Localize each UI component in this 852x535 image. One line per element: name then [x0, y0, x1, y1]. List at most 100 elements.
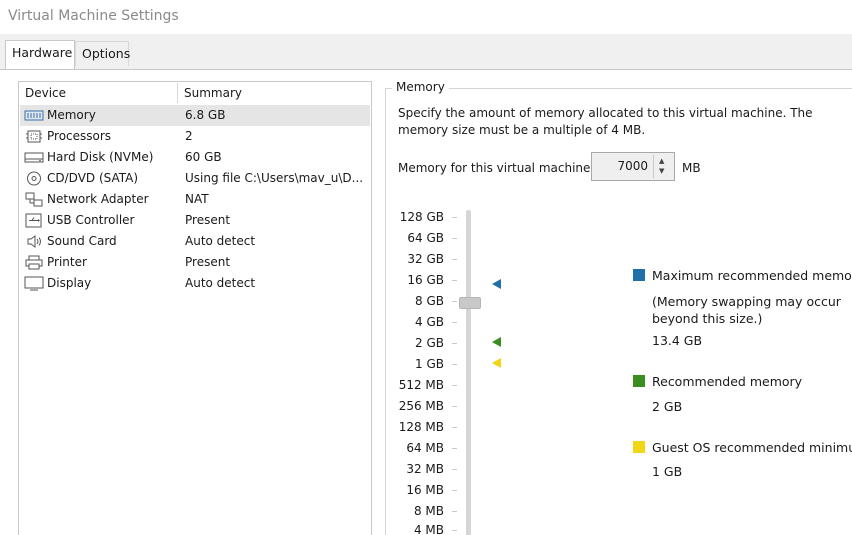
tab-options-label: Options: [82, 46, 131, 61]
memory-unit: MB: [682, 161, 701, 175]
memory-spinbox[interactable]: 7000 ▲ ▼: [591, 152, 675, 181]
device-name: Sound Card: [47, 234, 117, 248]
memory-slider-thumb[interactable]: [459, 297, 481, 309]
scale-tick: [452, 259, 457, 260]
max-recommended-note: (Memory swapping may occur beyond this s…: [652, 294, 841, 326]
max-recommended-swatch-icon: [633, 269, 645, 281]
memory-icon: [24, 108, 44, 123]
tab-hardware[interactable]: Hardware: [5, 40, 75, 70]
window-title: Virtual Machine Settings: [8, 8, 179, 24]
scale-tick: [452, 530, 457, 531]
scale-tick: [452, 364, 457, 365]
scale-tick: [452, 406, 457, 407]
device-summary: Auto detect: [185, 234, 256, 248]
device-summary: Using file C:\Users\mav_u\D...: [185, 171, 364, 185]
tab-options[interactable]: Options: [75, 41, 131, 66]
scale-label: 64 MB: [406, 441, 444, 455]
hard-disk-icon: [24, 150, 44, 165]
memory-group-title: Memory: [392, 80, 449, 94]
scale-label: 32 GB: [407, 252, 444, 266]
scale-label: 16 GB: [407, 273, 444, 287]
recommended-swatch-icon: [633, 375, 645, 387]
scale-tick: [452, 238, 457, 239]
recommended-title: Recommended memory: [652, 374, 803, 389]
device-summary: 6.8 GB: [185, 108, 226, 122]
column-divider[interactable]: [177, 83, 178, 103]
device-summary: Present: [185, 213, 231, 227]
device-name: Memory: [47, 108, 96, 122]
scale-tick: [452, 448, 457, 449]
device-row-memory[interactable]: Memory 6.8 GB: [20, 105, 370, 126]
column-header-device[interactable]: Device: [25, 86, 66, 100]
scale-label: 4 GB: [415, 315, 444, 329]
scale-label: 8 MB: [413, 504, 444, 518]
device-name: Hard Disk (NVMe): [47, 150, 154, 164]
scale-tick: [452, 280, 457, 281]
device-row-printer[interactable]: Printer Present: [20, 252, 370, 273]
scale-label: 64 GB: [407, 231, 444, 245]
device-summary: 60 GB: [185, 150, 222, 164]
usb-controller-icon: [24, 213, 44, 228]
memory-slider-track[interactable]: [466, 210, 471, 535]
display-icon: [24, 276, 44, 291]
column-header-summary[interactable]: Summary: [184, 86, 242, 100]
device-name: USB Controller: [47, 213, 135, 227]
device-row-sound-card[interactable]: Sound Card Auto detect: [20, 231, 370, 252]
scale-label: 256 MB: [398, 399, 444, 413]
processor-icon: [24, 129, 44, 144]
scale-tick: [452, 511, 457, 512]
device-name: Printer: [47, 255, 87, 269]
minimum-value: 1 GB: [652, 464, 683, 479]
title-bar: Virtual Machine Settings: [0, 0, 852, 34]
device-row-display[interactable]: Display Auto detect: [20, 273, 370, 294]
recommended-value: 2 GB: [652, 399, 683, 414]
device-list[interactable]: Device Summary Memory 6.8 GB Processors …: [18, 81, 372, 535]
device-row-processors[interactable]: Processors 2: [20, 126, 370, 147]
minimum-swatch-icon: [633, 441, 645, 453]
tab-hardware-label: Hardware: [12, 45, 73, 60]
scale-label: 2 GB: [415, 336, 444, 350]
scale-label: 512 MB: [398, 378, 444, 392]
scale-tick: [452, 301, 457, 302]
max-recommended-title: Maximum recommended memory: [652, 268, 852, 283]
device-name: Processors: [47, 129, 112, 143]
scale-label: 4 MB: [413, 523, 444, 535]
device-row-hard-disk[interactable]: Hard Disk (NVMe) 60 GB: [20, 147, 370, 168]
cd-dvd-icon: [24, 171, 44, 186]
device-row-network-adapter[interactable]: Network Adapter NAT: [20, 189, 370, 210]
scale-tick: [452, 217, 457, 218]
device-summary: Auto detect: [185, 276, 256, 290]
scale-tick: [452, 385, 457, 386]
max-recommended-marker-icon: [492, 279, 501, 289]
device-summary: Present: [185, 255, 231, 269]
device-name: Network Adapter: [47, 192, 149, 206]
scale-label: 16 MB: [406, 483, 444, 497]
max-recommended-value: 13.4 GB: [652, 333, 703, 348]
scale-tick: [452, 322, 457, 323]
scale-label: 128 GB: [399, 210, 444, 224]
spin-buttons: ▲ ▼: [653, 155, 671, 178]
network-adapter-icon: [24, 192, 44, 207]
minimum-title: Guest OS recommended minimum: [652, 440, 852, 455]
sound-card-icon: [24, 234, 44, 249]
device-summary: 2: [185, 129, 193, 143]
minimum-marker-icon: [492, 358, 501, 368]
scale-label: 32 MB: [406, 462, 444, 476]
tab-strip: Hardware Options: [0, 34, 852, 70]
memory-value-input[interactable]: 7000: [617, 159, 648, 173]
device-list-header: Device Summary: [19, 82, 371, 104]
memory-field-label: Memory for this virtual machine:: [398, 161, 595, 175]
device-name: Display: [47, 276, 92, 290]
device-row-usb-controller[interactable]: USB Controller Present: [20, 210, 370, 231]
scale-tick: [452, 469, 457, 470]
recommended-marker-icon: [492, 337, 501, 347]
spin-up-icon[interactable]: ▲: [659, 157, 664, 165]
device-row-cd-dvd[interactable]: CD/DVD (SATA) Using file C:\Users\mav_u\…: [20, 168, 370, 189]
device-summary: NAT: [185, 192, 209, 206]
scale-label: 128 MB: [398, 420, 444, 434]
spin-down-icon[interactable]: ▼: [659, 167, 664, 175]
scale-tick: [452, 427, 457, 428]
scale-tick: [452, 343, 457, 344]
scale-tick: [452, 490, 457, 491]
device-name: CD/DVD (SATA): [47, 171, 139, 185]
